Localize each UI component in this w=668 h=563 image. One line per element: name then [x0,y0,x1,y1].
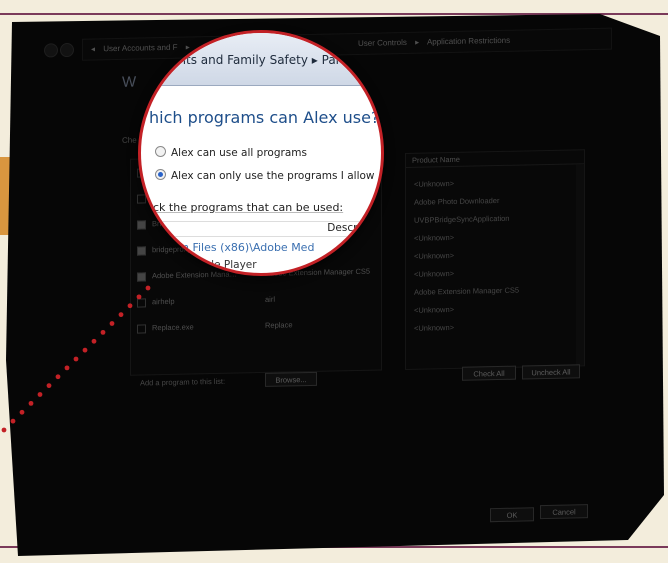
back-icon[interactable] [44,43,58,58]
cancel-button[interactable]: Cancel [540,504,588,520]
radio-selected-icon[interactable] [155,169,166,180]
product-name-cell: <Unknown> [414,268,455,279]
radio-all-programs[interactable]: Alex can use all programs [155,146,307,159]
column-description[interactable]: Descrip [327,222,367,234]
page-heading: W [122,73,137,91]
program-path[interactable]: ram Files (x86)\Adobe Med [167,241,314,254]
check-all-button[interactable]: Check All [462,365,516,381]
back-arrow-icon: ◂ [91,44,96,54]
product-name-panel[interactable]: Product Name <Unknown> Adobe Photo Downlo… [405,149,585,370]
scrollbar[interactable] [576,164,584,366]
product-name-cell: <Unknown> [414,304,455,315]
program-name: airhelp [152,296,175,307]
checkbox[interactable] [137,271,146,282]
magnifier-lens: ents and Family Safety ▸ Pare hich progr… [138,30,384,276]
forward-icon[interactable] [60,42,74,58]
list-item[interactable]: airhelp airl [137,293,377,308]
callout-dot [1,427,7,433]
chevron-right-icon: ▸ [415,37,420,47]
crumb-application-restrictions[interactable]: Application Restrictions [427,36,510,47]
product-name-cell: Adobe Extension Manager CS5 [414,285,520,297]
browse-button[interactable]: Browse... [265,371,317,387]
add-program-label: Add a program to this list: [140,376,226,388]
list-item[interactable]: Replace.exe Replace [137,319,377,334]
checkbox[interactable] [137,323,146,334]
uncheck-all-button[interactable]: Uncheck All [522,364,580,380]
radio-label: Alex can use all programs [171,147,307,159]
product-name-cell: <Unknown> [414,250,455,261]
ok-button[interactable]: OK [490,507,534,523]
product-name-cell: Adobe Photo Downloader [414,195,500,207]
product-name-cell: <Unknown> [414,322,455,333]
check-programs-label: ck the programs that can be used: [153,201,344,214]
radio-allowed-programs[interactable]: Alex can only use the programs I allow [155,169,375,182]
program-description: airl [265,294,276,304]
column-product-name[interactable]: Product Name [406,150,584,168]
check-programs-label: Che [122,135,137,145]
checkbox[interactable] [137,245,146,256]
radio-icon[interactable] [155,146,166,157]
product-name-cell: UVBPBridgeSyncApplication [414,213,510,225]
program-description: Replace [265,320,293,330]
product-name-cell: <Unknown> [414,232,455,243]
product-name-cell: <Unknown> [414,178,455,189]
page-title: hich programs can Alex use? [149,108,380,127]
checkbox[interactable] [137,297,146,308]
breadcrumb-text[interactable]: ents and Family Safety ▸ Pare [171,53,348,67]
program-name: Adobe Extension Mana… [152,269,238,281]
breadcrumb: ents and Family Safety ▸ Pare [141,33,381,86]
program-name: Replace.exe [152,322,194,333]
radio-label: Alex can only use the programs I allow [171,170,375,182]
program-description: ade Player [201,259,257,271]
